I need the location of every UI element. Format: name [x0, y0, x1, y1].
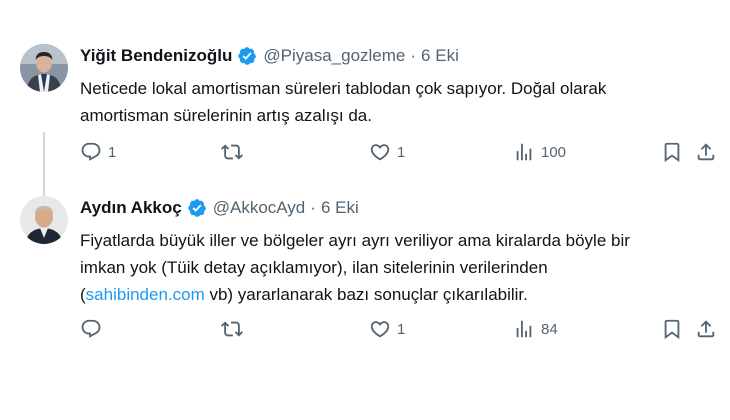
tweet-actions: 1 84	[80, 317, 720, 341]
author-name[interactable]: Aydın Akkoç	[80, 198, 182, 218]
bookmark-icon	[664, 142, 680, 163]
tweet-actions: 1 1 100	[80, 140, 720, 164]
like-count: 1	[397, 143, 406, 161]
tweet-header: Aydın Akkoç @AkkocAyd · 6 Eki	[80, 196, 359, 220]
tweet-date[interactable]: 6 Eki	[321, 198, 359, 218]
tweet-header: Yiğit Bendenizoğlu @Piyasa_gozleme · 6 E…	[80, 44, 459, 68]
verified-badge-icon	[187, 198, 207, 218]
heart-icon	[370, 321, 390, 338]
reply-icon	[81, 319, 101, 338]
like-button[interactable]: 1	[369, 140, 405, 164]
reply-icon	[81, 142, 101, 161]
tweet-text-line: amortisman sürelerinin artış azalışı da.	[80, 106, 372, 125]
tweet-text-line: imkan yok (Tüik detay açıklamıyor), ilan…	[80, 258, 548, 277]
tweet[interactable]: Aydın Akkoç @AkkocAyd · 6 Eki Fiyatlarda…	[0, 188, 730, 348]
tweet-link[interactable]: sahibinden.com	[86, 285, 205, 304]
tweet[interactable]: Yiğit Bendenizoğlu @Piyasa_gozleme · 6 E…	[0, 36, 730, 226]
avatar[interactable]	[20, 44, 68, 92]
retweet-button[interactable]	[221, 140, 249, 164]
avatar-image	[20, 44, 68, 92]
author-handle[interactable]: @AkkocAyd	[213, 198, 306, 218]
like-count: 1	[397, 320, 406, 338]
verified-badge-icon	[237, 46, 257, 66]
separator-dot: ·	[310, 198, 316, 217]
share-icon	[697, 143, 715, 161]
views-icon	[516, 320, 532, 338]
avatar-image	[20, 196, 68, 244]
author-name[interactable]: Yiğit Bendenizoğlu	[80, 46, 232, 66]
tweet-text-line: (sahibinden.com vb) yararlanarak bazı so…	[80, 281, 710, 308]
separator-dot: ·	[410, 46, 417, 65]
retweet-button[interactable]	[221, 317, 249, 341]
tweet-text-line: Neticede lokal amortisman süreleri tablo…	[80, 79, 607, 98]
views-count: 100	[541, 143, 567, 161]
views-button[interactable]: 84	[513, 317, 558, 341]
tweet-text: Neticede lokal amortisman süreleri tablo…	[80, 75, 710, 129]
author-handle[interactable]: @Piyasa_gozleme	[263, 46, 405, 66]
reply-button[interactable]	[80, 317, 108, 341]
views-icon	[516, 143, 532, 161]
like-button[interactable]: 1	[369, 317, 405, 341]
tweet-text-line: Fiyatlarda büyük iller ve bölgeler ayrı …	[80, 231, 630, 250]
tweet-text: Fiyatlarda büyük iller ve bölgeler ayrı …	[80, 227, 710, 308]
retweet-icon	[221, 144, 243, 160]
tweet-date[interactable]: 6 Eki	[421, 46, 459, 66]
bookmark-button[interactable]	[661, 317, 683, 341]
heart-icon	[370, 144, 390, 161]
reply-count: 1	[108, 143, 117, 161]
reply-button[interactable]: 1	[80, 140, 116, 164]
views-button[interactable]: 100	[513, 140, 566, 164]
text-fragment: vb) yararlanarak bazı sonuçlar çıkarılab…	[204, 285, 528, 304]
bookmark-button[interactable]	[661, 140, 683, 164]
share-button[interactable]	[695, 317, 717, 341]
share-button[interactable]	[695, 140, 717, 164]
share-icon	[697, 320, 715, 338]
views-count: 84	[541, 320, 558, 338]
retweet-icon	[221, 321, 243, 337]
bookmark-icon	[664, 319, 680, 340]
avatar[interactable]	[20, 196, 68, 244]
